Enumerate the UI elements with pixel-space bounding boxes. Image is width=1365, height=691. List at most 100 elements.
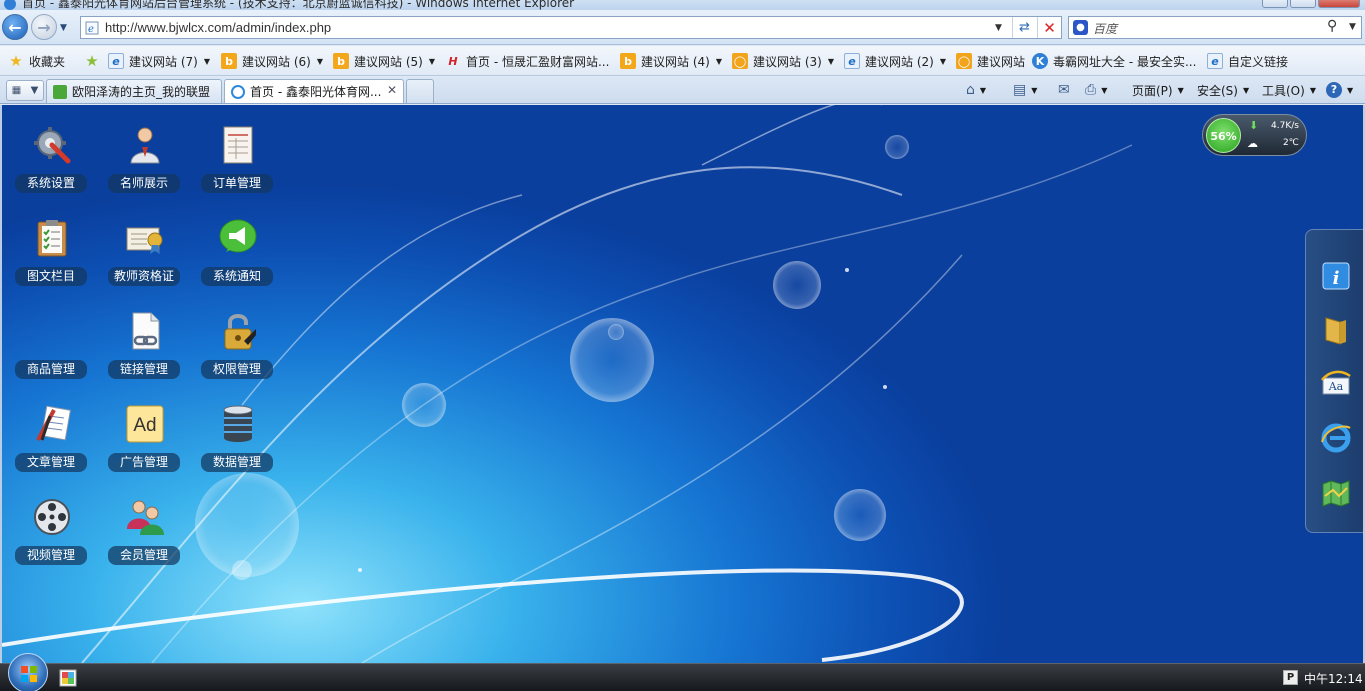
minimize-button[interactable] bbox=[1262, 0, 1288, 8]
order-sheet-icon bbox=[223, 126, 253, 164]
safety-menu[interactable]: 安全(S) ▼ bbox=[1197, 81, 1249, 99]
article-pen-icon bbox=[36, 405, 72, 441]
desktop-icon-system-settings[interactable]: 系统设置 bbox=[15, 125, 89, 211]
dropdown-icon[interactable]: ▼ bbox=[317, 57, 323, 66]
map-icon[interactable] bbox=[1320, 476, 1352, 508]
favorite-link[interactable]: ◯ 建议网站 (3) ▼ bbox=[732, 52, 834, 70]
favorite-link[interactable]: b 建议网站 (5) ▼ bbox=[333, 52, 435, 70]
input-method-icon[interactable]: P bbox=[1283, 670, 1298, 685]
help-button[interactable]: ? ▼ bbox=[1326, 81, 1353, 99]
dropdown-icon[interactable]: ▼ bbox=[1347, 86, 1353, 95]
tab-list-dropdown-icon[interactable]: ▼ bbox=[31, 85, 39, 96]
dropdown-icon[interactable]: ▼ bbox=[1243, 86, 1249, 95]
download-arrow-icon: ⬇ bbox=[1249, 119, 1259, 132]
search-options-dropdown-icon[interactable]: ▼ bbox=[1349, 22, 1356, 32]
back-button[interactable]: ← bbox=[2, 14, 28, 40]
dropdown-icon[interactable]: ▼ bbox=[828, 57, 834, 66]
link-document-icon bbox=[132, 312, 160, 350]
favorite-link[interactable]: e 建议网站 (2) ▼ bbox=[844, 52, 946, 70]
dropdown-icon[interactable]: ▼ bbox=[204, 57, 210, 66]
favorite-link[interactable]: K 毒霸网址大全 - 最安全实... bbox=[1032, 52, 1196, 70]
info-icon[interactable]: i bbox=[1320, 260, 1352, 292]
dropdown-icon[interactable]: ▼ bbox=[940, 57, 946, 66]
refresh-icon[interactable]: ⇄ bbox=[1012, 17, 1036, 38]
mail-button[interactable]: ✉ bbox=[1058, 81, 1070, 99]
desktop-icon-ads[interactable]: Ad 广告管理 bbox=[108, 404, 182, 490]
url-text[interactable]: http://www.bjwlcx.com/admin/index.php bbox=[105, 20, 331, 35]
gear-wrench-icon bbox=[34, 127, 71, 164]
desktop-icon-permissions[interactable]: 权限管理 bbox=[201, 311, 275, 397]
forward-button[interactable]: → bbox=[31, 14, 57, 40]
dropdown-icon[interactable]: ▼ bbox=[1310, 86, 1316, 95]
font-settings-icon[interactable]: Aa bbox=[1320, 368, 1352, 400]
favorites-bar: ★ 收藏夹 ★ e 建议网站 (7) ▼ b 建议网站 (6) ▼ b 建议网站 (… bbox=[0, 46, 1365, 76]
desktop-icon-links[interactable]: 链接管理 bbox=[108, 311, 182, 397]
address-field[interactable]: e http://www.bjwlcx.com/admin/index.php … bbox=[80, 16, 1062, 39]
dropdown-icon[interactable]: ▼ bbox=[1178, 86, 1184, 95]
tab-homepage[interactable]: 欧阳泽涛的主页_我的联盟 bbox=[46, 79, 222, 103]
page-menu[interactable]: 页面(P) ▼ bbox=[1132, 81, 1184, 99]
ad-icon: Ad bbox=[126, 405, 164, 443]
search-icon[interactable]: ⚲ bbox=[1327, 18, 1337, 34]
dropdown-icon[interactable]: ▼ bbox=[1101, 86, 1107, 95]
baidu-paw-icon: ● bbox=[1073, 20, 1088, 35]
show-desktop-app-icon[interactable] bbox=[59, 669, 77, 687]
favorite-link[interactable]: b 建议网站 (4) ▼ bbox=[620, 52, 722, 70]
dropdown-icon[interactable]: ▼ bbox=[980, 86, 986, 95]
favorite-link[interactable]: ◯ 建议网站 bbox=[956, 52, 1025, 70]
desktop-icon-teacher-certificate[interactable]: 教师资格证 bbox=[108, 218, 182, 304]
desktop-icon-label: 教师资格证 bbox=[108, 267, 180, 286]
cpu-usage-meter: 56% bbox=[1206, 118, 1241, 153]
windows-logo-icon bbox=[21, 666, 37, 682]
new-tab-button[interactable] bbox=[406, 79, 434, 103]
add-to-favorites-bar-button[interactable]: ★ bbox=[84, 52, 105, 70]
dropdown-icon[interactable]: ▼ bbox=[429, 57, 435, 66]
tools-menu[interactable]: 工具(O) ▼ bbox=[1262, 81, 1316, 99]
search-field[interactable]: ● 百度 ⚲ ▼ bbox=[1068, 16, 1362, 39]
address-dropdown-icon[interactable]: ▼ bbox=[995, 23, 1002, 33]
close-window-button[interactable] bbox=[1318, 0, 1360, 8]
recent-pages-dropdown-icon[interactable]: ▼ bbox=[60, 23, 67, 33]
print-button[interactable]: ⎙ ▼ bbox=[1085, 81, 1107, 99]
taskbar-clock[interactable]: 中午12:14 bbox=[1304, 670, 1363, 687]
members-icon bbox=[127, 500, 164, 535]
favorites-button[interactable]: ★ 收藏夹 bbox=[8, 52, 65, 70]
tab-label: 欧阳泽涛的主页_我的联盟 bbox=[72, 85, 211, 99]
desktop-icon-members[interactable]: 会员管理 bbox=[108, 497, 182, 583]
favorite-link[interactable]: H 首页 - 恒晟汇盈财富网站... bbox=[445, 52, 609, 70]
desktop-icon-videos[interactable]: 视频管理 bbox=[15, 497, 89, 583]
favorite-link-label: 建议网站 (3) bbox=[753, 54, 822, 69]
maximize-button[interactable] bbox=[1290, 0, 1316, 8]
home-button[interactable]: ⌂ ▼ bbox=[966, 81, 986, 99]
dropdown-icon[interactable]: ▼ bbox=[716, 57, 722, 66]
tab-admin-home[interactable]: 首页 - 鑫泰阳光体育网... ✕ bbox=[224, 79, 404, 103]
favorite-link[interactable]: e 建议网站 (7) ▼ bbox=[108, 52, 210, 70]
desktop-icon-label: 权限管理 bbox=[201, 360, 273, 379]
desktop-icon-teachers[interactable]: 名师展示 bbox=[108, 125, 182, 211]
desktop-icon-system-notice[interactable]: 系统通知 bbox=[201, 218, 275, 304]
quick-tabs-button[interactable]: ▦ ▼ bbox=[6, 80, 44, 101]
dropdown-icon[interactable]: ▼ bbox=[1031, 86, 1037, 95]
search-placeholder[interactable]: 百度 bbox=[1093, 20, 1117, 37]
desktop-icon-orders[interactable]: 订单管理 bbox=[201, 125, 275, 211]
desktop-icon-articles[interactable]: 文章管理 bbox=[15, 404, 89, 490]
internet-explorer-icon[interactable] bbox=[1320, 422, 1352, 454]
feeds-button[interactable]: ▤ ▼ bbox=[1013, 81, 1037, 99]
desktop-icon-label: 视频管理 bbox=[15, 546, 87, 565]
desktop-icon-products[interactable]: 商品管理 bbox=[15, 311, 89, 397]
film-reel-icon bbox=[34, 499, 70, 535]
folder-icon[interactable] bbox=[1320, 314, 1352, 346]
start-button[interactable] bbox=[8, 653, 48, 691]
close-tab-icon[interactable]: ✕ bbox=[387, 83, 397, 97]
favorite-link[interactable]: b 建议网站 (6) ▼ bbox=[221, 52, 323, 70]
system-monitor-gadget[interactable]: 56% ⬇ 4.7K/s ☁ 2℃ bbox=[1202, 114, 1307, 156]
favorite-link-label: 自定义链接 bbox=[1228, 54, 1289, 69]
desktop-icon-image-text-columns[interactable]: 图文栏目 bbox=[15, 218, 89, 304]
stop-icon[interactable]: ✕ bbox=[1037, 17, 1061, 38]
ring-icon: ◯ bbox=[732, 53, 748, 69]
desktop-icon-data[interactable]: 数据管理 bbox=[201, 404, 275, 490]
desktop-icon-label: 会员管理 bbox=[108, 546, 180, 565]
window-title: 首页 - 鑫泰阳光体育网站后台管理系统 - (技术支持：北京蔚蓝诚信科技) - … bbox=[22, 0, 575, 10]
tab-bar: ▦ ▼ 欧阳泽涛的主页_我的联盟 首页 - 鑫泰阳光体育网... ✕ ⌂ ▼ ▤ ▼ … bbox=[0, 77, 1365, 104]
favorite-link[interactable]: e 自定义链接 bbox=[1207, 52, 1288, 70]
